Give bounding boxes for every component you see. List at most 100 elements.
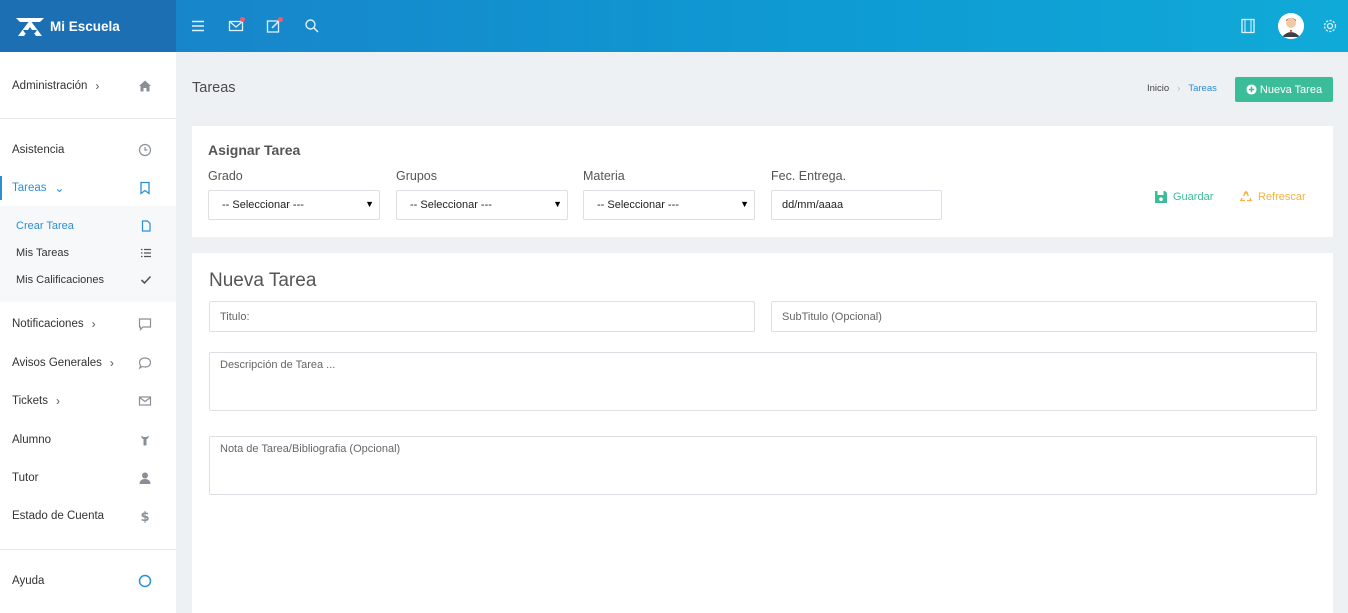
sidebar-item-notificaciones[interactable]: Notificaciones › bbox=[0, 306, 176, 342]
refresh-button[interactable]: Refrescar bbox=[1239, 190, 1306, 204]
new-task-button[interactable]: Nueva Tarea bbox=[1235, 77, 1333, 102]
sidebar-item-label: Ayuda bbox=[12, 575, 45, 587]
caret-down-icon: ▼ bbox=[740, 199, 749, 209]
submenu-tareas: Crear Tarea Mis Tareas Mis Calificacione… bbox=[0, 206, 176, 302]
grupos-select[interactable]: -- Seleccionar --- ▼ bbox=[396, 190, 568, 220]
sidebar-item-label: Asistencia bbox=[12, 144, 65, 156]
circle-icon bbox=[137, 573, 153, 589]
mail-icon[interactable] bbox=[226, 16, 246, 36]
sidebar-item-label: Mis Calificaciones bbox=[16, 274, 105, 286]
breadcrumb: Inicio › Tareas bbox=[1147, 83, 1217, 94]
gear-icon[interactable] bbox=[1320, 16, 1340, 36]
chat-square-icon bbox=[137, 316, 153, 332]
grado-label: Grado bbox=[208, 169, 243, 183]
menu-icon[interactable] bbox=[188, 16, 208, 36]
bookmark-icon bbox=[137, 180, 153, 196]
chevron-right-icon: › bbox=[95, 79, 100, 93]
title-input-placeholder: Titulo: bbox=[220, 311, 250, 323]
grupos-select-value: -- Seleccionar --- bbox=[410, 199, 492, 211]
divider bbox=[0, 549, 176, 550]
check-icon bbox=[139, 273, 153, 287]
chevron-down-icon: ⌄ bbox=[54, 181, 65, 195]
sidebar-item-label: Notificaciones bbox=[12, 318, 84, 330]
sidebar-item-tutor[interactable]: Tutor bbox=[0, 460, 176, 496]
assign-task-card: Asignar Tarea Grado -- Seleccionar --- ▼… bbox=[192, 126, 1333, 237]
grupos-label: Grupos bbox=[396, 169, 437, 183]
sidebar-item-label: Estado de Cuenta bbox=[12, 510, 105, 522]
sidebar-item-tickets[interactable]: Tickets › bbox=[0, 383, 176, 419]
new-task-title: Nueva Tarea bbox=[209, 270, 317, 291]
notification-dot bbox=[240, 17, 245, 22]
materia-select-value: -- Seleccionar --- bbox=[597, 199, 679, 211]
note-placeholder: Nota de Tarea/Bibliografia (Opcional) bbox=[220, 443, 401, 455]
sidebar-item-label: Crear Tarea bbox=[16, 220, 74, 232]
materia-label: Materia bbox=[583, 169, 625, 183]
divider bbox=[0, 118, 176, 119]
search-icon[interactable] bbox=[302, 16, 322, 36]
svg-text:$: $ bbox=[140, 510, 149, 523]
sidebar-item-estado-de-cuenta[interactable]: Estado de Cuenta $ bbox=[0, 498, 176, 534]
chevron-right-icon: › bbox=[91, 317, 96, 331]
sidebar-item-label: Mis Tareas bbox=[16, 247, 69, 259]
materia-select[interactable]: -- Seleccionar --- ▼ bbox=[583, 190, 755, 220]
avatar[interactable] bbox=[1278, 13, 1304, 39]
student-icon bbox=[137, 432, 153, 448]
fecha-entrega-label: Fec. Entrega. bbox=[771, 169, 847, 183]
sidebar-item-avisos-generales[interactable]: Avisos Generales › bbox=[0, 345, 176, 381]
note-textarea[interactable]: Nota de Tarea/Bibliografia (Opcional) bbox=[209, 436, 1317, 495]
grado-select-value: -- Seleccionar --- bbox=[222, 199, 304, 211]
user-icon bbox=[137, 470, 153, 486]
sidebar-subitem-crear-tarea[interactable]: Crear Tarea bbox=[0, 213, 176, 239]
title-input[interactable]: Titulo: bbox=[209, 301, 755, 332]
fullscreen-icon[interactable] bbox=[1238, 16, 1258, 36]
breadcrumb-inicio[interactable]: Inicio bbox=[1147, 83, 1169, 94]
top-navbar: Mi Escuela bbox=[0, 0, 1348, 52]
edit-icon[interactable] bbox=[264, 16, 284, 36]
page-title: Tareas bbox=[192, 80, 236, 96]
sidebar-item-asistencia[interactable]: Asistencia bbox=[0, 132, 176, 168]
file-icon bbox=[139, 219, 153, 233]
refresh-button-label: Refrescar bbox=[1258, 191, 1306, 203]
sidebar-item-alumno[interactable]: Alumno bbox=[0, 422, 176, 458]
fecha-entrega-input[interactable]: dd/mm/aaaa bbox=[771, 190, 942, 220]
caret-down-icon: ▼ bbox=[365, 199, 374, 209]
subtitle-input[interactable]: SubTitulo (Opcional) bbox=[771, 301, 1317, 332]
list-icon bbox=[139, 246, 153, 260]
sidebar-item-tareas[interactable]: Tareas ⌄ bbox=[0, 170, 176, 206]
floppy-disk-icon bbox=[1155, 191, 1167, 203]
new-task-button-label: Nueva Tarea bbox=[1259, 83, 1323, 96]
dollar-icon: $ bbox=[137, 508, 153, 524]
subtitle-input-placeholder: SubTitulo (Opcional) bbox=[782, 311, 882, 323]
sidebar-item-ayuda[interactable]: Ayuda bbox=[0, 563, 176, 599]
save-button[interactable]: Guardar bbox=[1154, 190, 1213, 204]
chevron-right-icon: › bbox=[56, 394, 60, 408]
fecha-entrega-value: dd/mm/aaaa bbox=[782, 199, 844, 211]
sidebar-item-administracion[interactable]: Administración › bbox=[0, 68, 176, 104]
new-task-card: Nueva Tarea Titulo: SubTitulo (Opcional)… bbox=[192, 253, 1333, 613]
chat-bubble-icon bbox=[137, 355, 153, 371]
description-textarea[interactable]: Descripción de Tarea ... bbox=[209, 352, 1317, 411]
sidebar-item-label: Administración bbox=[12, 80, 88, 92]
sidebar: Administración › Asistencia Tareas ⌄ Cre… bbox=[0, 52, 176, 613]
breadcrumb-tareas[interactable]: Tareas bbox=[1188, 83, 1217, 94]
brand-name: Mi Escuela bbox=[50, 18, 120, 34]
sidebar-subitem-mis-tareas[interactable]: Mis Tareas bbox=[0, 240, 176, 266]
grado-select[interactable]: -- Seleccionar --- ▼ bbox=[208, 190, 380, 220]
school-logo-icon bbox=[16, 18, 44, 36]
plus-circle-icon bbox=[1246, 84, 1257, 95]
description-placeholder: Descripción de Tarea ... bbox=[220, 359, 336, 371]
home-icon bbox=[137, 78, 153, 94]
sidebar-subitem-mis-calificaciones[interactable]: Mis Calificaciones bbox=[0, 267, 176, 293]
notification-dot bbox=[278, 17, 283, 22]
save-button-label: Guardar bbox=[1173, 191, 1214, 203]
sidebar-item-label: Tickets bbox=[12, 395, 48, 407]
assign-task-title: Asignar Tarea bbox=[208, 142, 301, 158]
recycle-icon bbox=[1239, 190, 1253, 202]
sidebar-item-label: Tareas bbox=[12, 182, 47, 194]
brand[interactable]: Mi Escuela bbox=[0, 0, 176, 52]
envelope-icon bbox=[137, 393, 153, 409]
sidebar-item-label: Avisos Generales bbox=[12, 357, 102, 369]
clock-icon bbox=[137, 142, 153, 158]
sidebar-item-label: Tutor bbox=[12, 472, 39, 484]
caret-down-icon: ▼ bbox=[553, 199, 562, 209]
